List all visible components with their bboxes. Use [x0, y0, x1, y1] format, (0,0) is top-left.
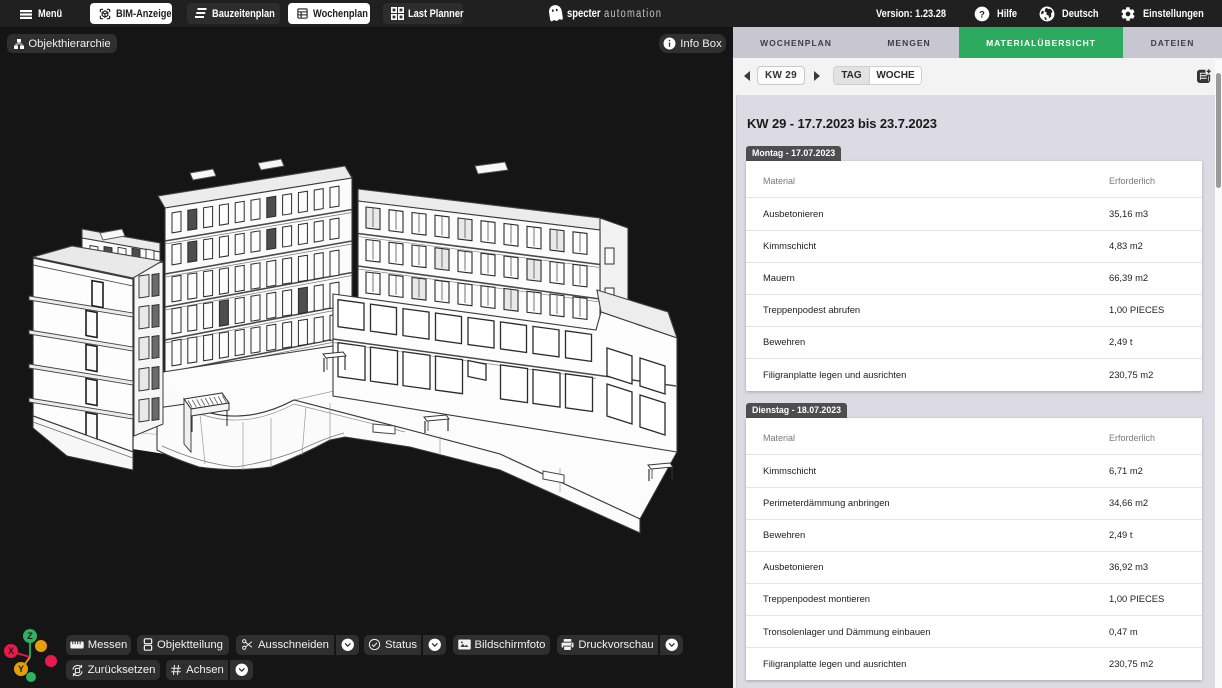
svg-text:?: ? — [979, 9, 985, 19]
svg-text:X: X — [8, 646, 14, 656]
svg-text:Y: Y — [18, 664, 24, 674]
svg-text:Z: Z — [27, 631, 33, 641]
